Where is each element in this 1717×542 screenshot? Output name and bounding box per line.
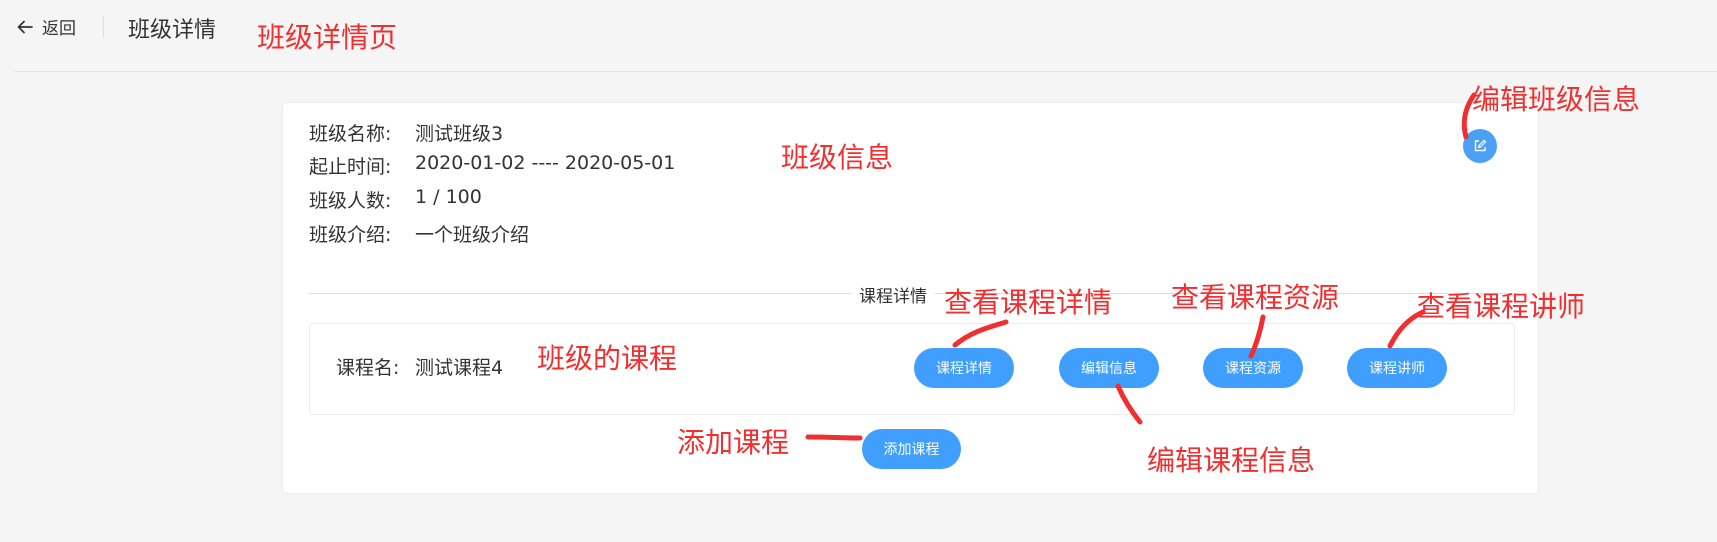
stroke-edit-course — [1115, 383, 1143, 425]
stroke-view-detail — [952, 319, 1009, 348]
stroke-edit-class — [1461, 92, 1477, 140]
stroke-view-lecturers — [1387, 309, 1426, 349]
annotation-strokes — [805, 92, 1477, 441]
stroke-add-course — [805, 434, 863, 441]
stroke-view-resources — [1248, 314, 1266, 359]
